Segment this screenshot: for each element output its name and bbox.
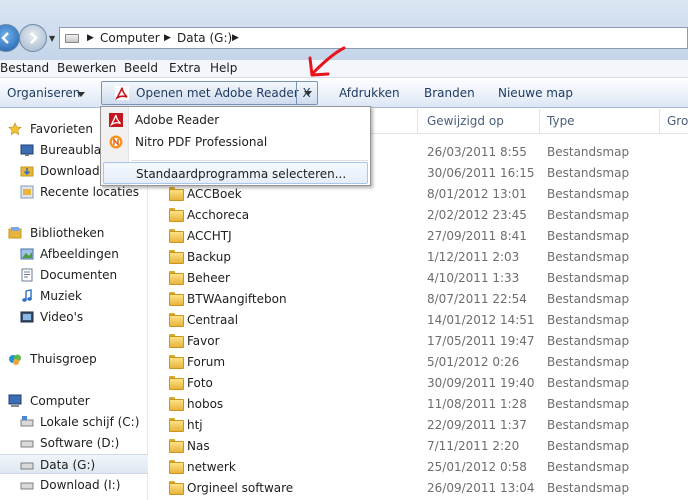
table-row[interactable]: ACCHTJ 27/09/2011 8:41 Bestandsmap <box>149 225 688 246</box>
table-row[interactable]: hobos 11/08/2011 1:28 Bestandsmap <box>149 393 688 414</box>
videos-icon <box>20 310 34 324</box>
homegroup-icon <box>8 352 22 366</box>
libraries-icon <box>8 226 22 240</box>
column-divider[interactable] <box>539 109 540 134</box>
folder-icon <box>169 481 184 495</box>
folder-icon <box>169 271 184 285</box>
nav-drive-i[interactable]: Download (I:) <box>0 475 148 495</box>
nav-documents[interactable]: Documenten <box>0 265 148 285</box>
open-with-chevron-icon[interactable] <box>304 91 312 96</box>
organize-button[interactable]: Organiseren <box>7 86 80 100</box>
breadcrumb-separator-icon[interactable]: ▶ <box>87 33 94 43</box>
drive-icon <box>65 34 79 43</box>
star-icon <box>8 122 22 136</box>
table-row[interactable]: Backup 1/12/2011 2:03 Bestandsmap <box>149 246 688 267</box>
print-button[interactable]: Afdrukken <box>339 86 400 100</box>
downloads-folder-icon <box>20 164 34 178</box>
folder-icon <box>169 355 184 369</box>
table-row[interactable]: Acchoreca 2/02/2012 23:45 Bestandsmap <box>149 204 688 225</box>
folder-icon <box>169 292 184 306</box>
open-with-dropdown: Adobe Reader Nitro PDF Professional Stan… <box>100 106 371 186</box>
address-field[interactable]: ▶ Computer ▶ Data (G:) ▶ <box>59 27 688 49</box>
column-divider[interactable] <box>659 109 660 134</box>
menu-item-adobe-reader[interactable]: Adobe Reader <box>103 109 368 131</box>
music-icon <box>20 289 34 303</box>
folder-icon <box>169 397 184 411</box>
adobe-reader-icon <box>115 86 129 100</box>
nav-drive-d[interactable]: Software (D:) <box>0 433 148 453</box>
folder-icon <box>169 187 184 201</box>
menu-extra[interactable]: Extra <box>169 61 201 75</box>
nav-music[interactable]: Muziek <box>0 286 148 306</box>
nav-libraries[interactable]: Bibliotheken <box>0 223 148 243</box>
table-row[interactable]: netwerk 25/01/2012 0:58 Bestandsmap <box>149 456 688 477</box>
organize-chevron-icon[interactable] <box>77 92 85 97</box>
burn-button[interactable]: Branden <box>424 86 475 100</box>
table-row[interactable]: BTWAangiftebon 8/07/2011 22:54 Bestandsmap <box>149 288 688 309</box>
folder-icon <box>169 229 184 243</box>
adobe-reader-icon <box>109 113 123 127</box>
menu-bewerken[interactable]: Bewerken <box>57 61 116 75</box>
system-drive-icon <box>20 415 34 429</box>
folder-icon <box>169 460 184 474</box>
breadcrumb-computer[interactable]: Computer <box>100 31 160 45</box>
folder-icon <box>169 250 184 264</box>
nav-homegroup[interactable]: Thuisgroep <box>0 349 148 369</box>
folder-icon <box>169 376 184 390</box>
new-folder-button[interactable]: Nieuwe map <box>498 86 573 100</box>
nav-computer[interactable]: Computer <box>0 391 148 411</box>
nav-drive-g[interactable]: Data (G:) <box>0 454 148 474</box>
drive-icon <box>20 436 34 450</box>
nav-pictures[interactable]: Afbeeldingen <box>0 244 148 264</box>
column-type[interactable]: Type <box>547 114 575 128</box>
documents-icon <box>20 268 34 282</box>
menu-bestand[interactable]: Bestand <box>0 61 49 75</box>
table-row[interactable]: Beheer 4/10/2011 1:33 Bestandsmap <box>149 267 688 288</box>
breadcrumb-separator-icon[interactable]: ▶ <box>164 33 171 43</box>
recent-pages-chevron-icon[interactable]: ▼ <box>49 34 55 43</box>
recent-places-icon <box>20 185 34 199</box>
desktop-icon <box>20 143 34 157</box>
breadcrumb-separator-icon[interactable]: ▶ <box>232 33 239 43</box>
back-button[interactable] <box>0 24 20 52</box>
folder-icon <box>169 418 184 432</box>
menu-help[interactable]: Help <box>210 61 237 75</box>
nav-videos[interactable]: Video's <box>0 307 148 327</box>
nitro-pdf-icon <box>109 135 123 149</box>
menu-beeld[interactable]: Beeld <box>124 61 158 75</box>
table-row[interactable]: Nas 7/11/2011 2:20 Bestandsmap <box>149 435 688 456</box>
folder-icon <box>169 439 184 453</box>
open-with-button[interactable]: Openen met Adobe Reader X <box>101 81 318 105</box>
folder-icon <box>169 313 184 327</box>
folder-icon <box>169 334 184 348</box>
menu-separator <box>131 160 368 161</box>
split-divider <box>296 82 297 104</box>
nav-drive-c[interactable]: Lokale schijf (C:) <box>0 412 148 432</box>
forward-button[interactable] <box>19 24 47 52</box>
column-modified[interactable]: Gewijzigd op <box>427 114 504 128</box>
table-row[interactable]: Centraal 14/01/2012 14:51 Bestandsmap <box>149 309 688 330</box>
back-arrow-icon <box>1 32 9 44</box>
computer-icon <box>8 394 22 408</box>
table-row[interactable]: Orgineel software 26/09/2011 13:04 Bestand… <box>149 477 688 498</box>
menu-item-choose-default-program[interactable]: Standaardprogramma selecteren... <box>103 162 368 184</box>
pictures-icon <box>20 247 34 261</box>
menu-item-nitro-pdf[interactable]: Nitro PDF Professional <box>103 131 368 153</box>
folder-icon <box>169 208 184 222</box>
open-with-label: Openen met Adobe Reader X <box>136 86 311 100</box>
annotation-arrow-icon <box>308 46 346 77</box>
table-row[interactable]: Favor 17/05/2011 19:47 Bestandsmap <box>149 330 688 351</box>
table-row[interactable]: Foto 30/09/2011 19:40 Bestandsmap <box>149 372 688 393</box>
column-divider[interactable] <box>417 109 418 134</box>
table-row[interactable]: htj 22/09/2011 1:37 Bestandsmap <box>149 414 688 435</box>
forward-arrow-icon <box>30 32 38 44</box>
drive-icon <box>20 458 34 472</box>
drive-icon <box>20 478 34 492</box>
table-row[interactable]: Forum 5/01/2012 0:26 Bestandsmap <box>149 351 688 372</box>
breadcrumb-data-drive[interactable]: Data (G:) <box>177 31 232 45</box>
column-size[interactable]: Groo <box>667 114 688 128</box>
table-row[interactable]: ACCBoek 8/01/2012 13:01 Bestandsmap <box>149 183 688 204</box>
